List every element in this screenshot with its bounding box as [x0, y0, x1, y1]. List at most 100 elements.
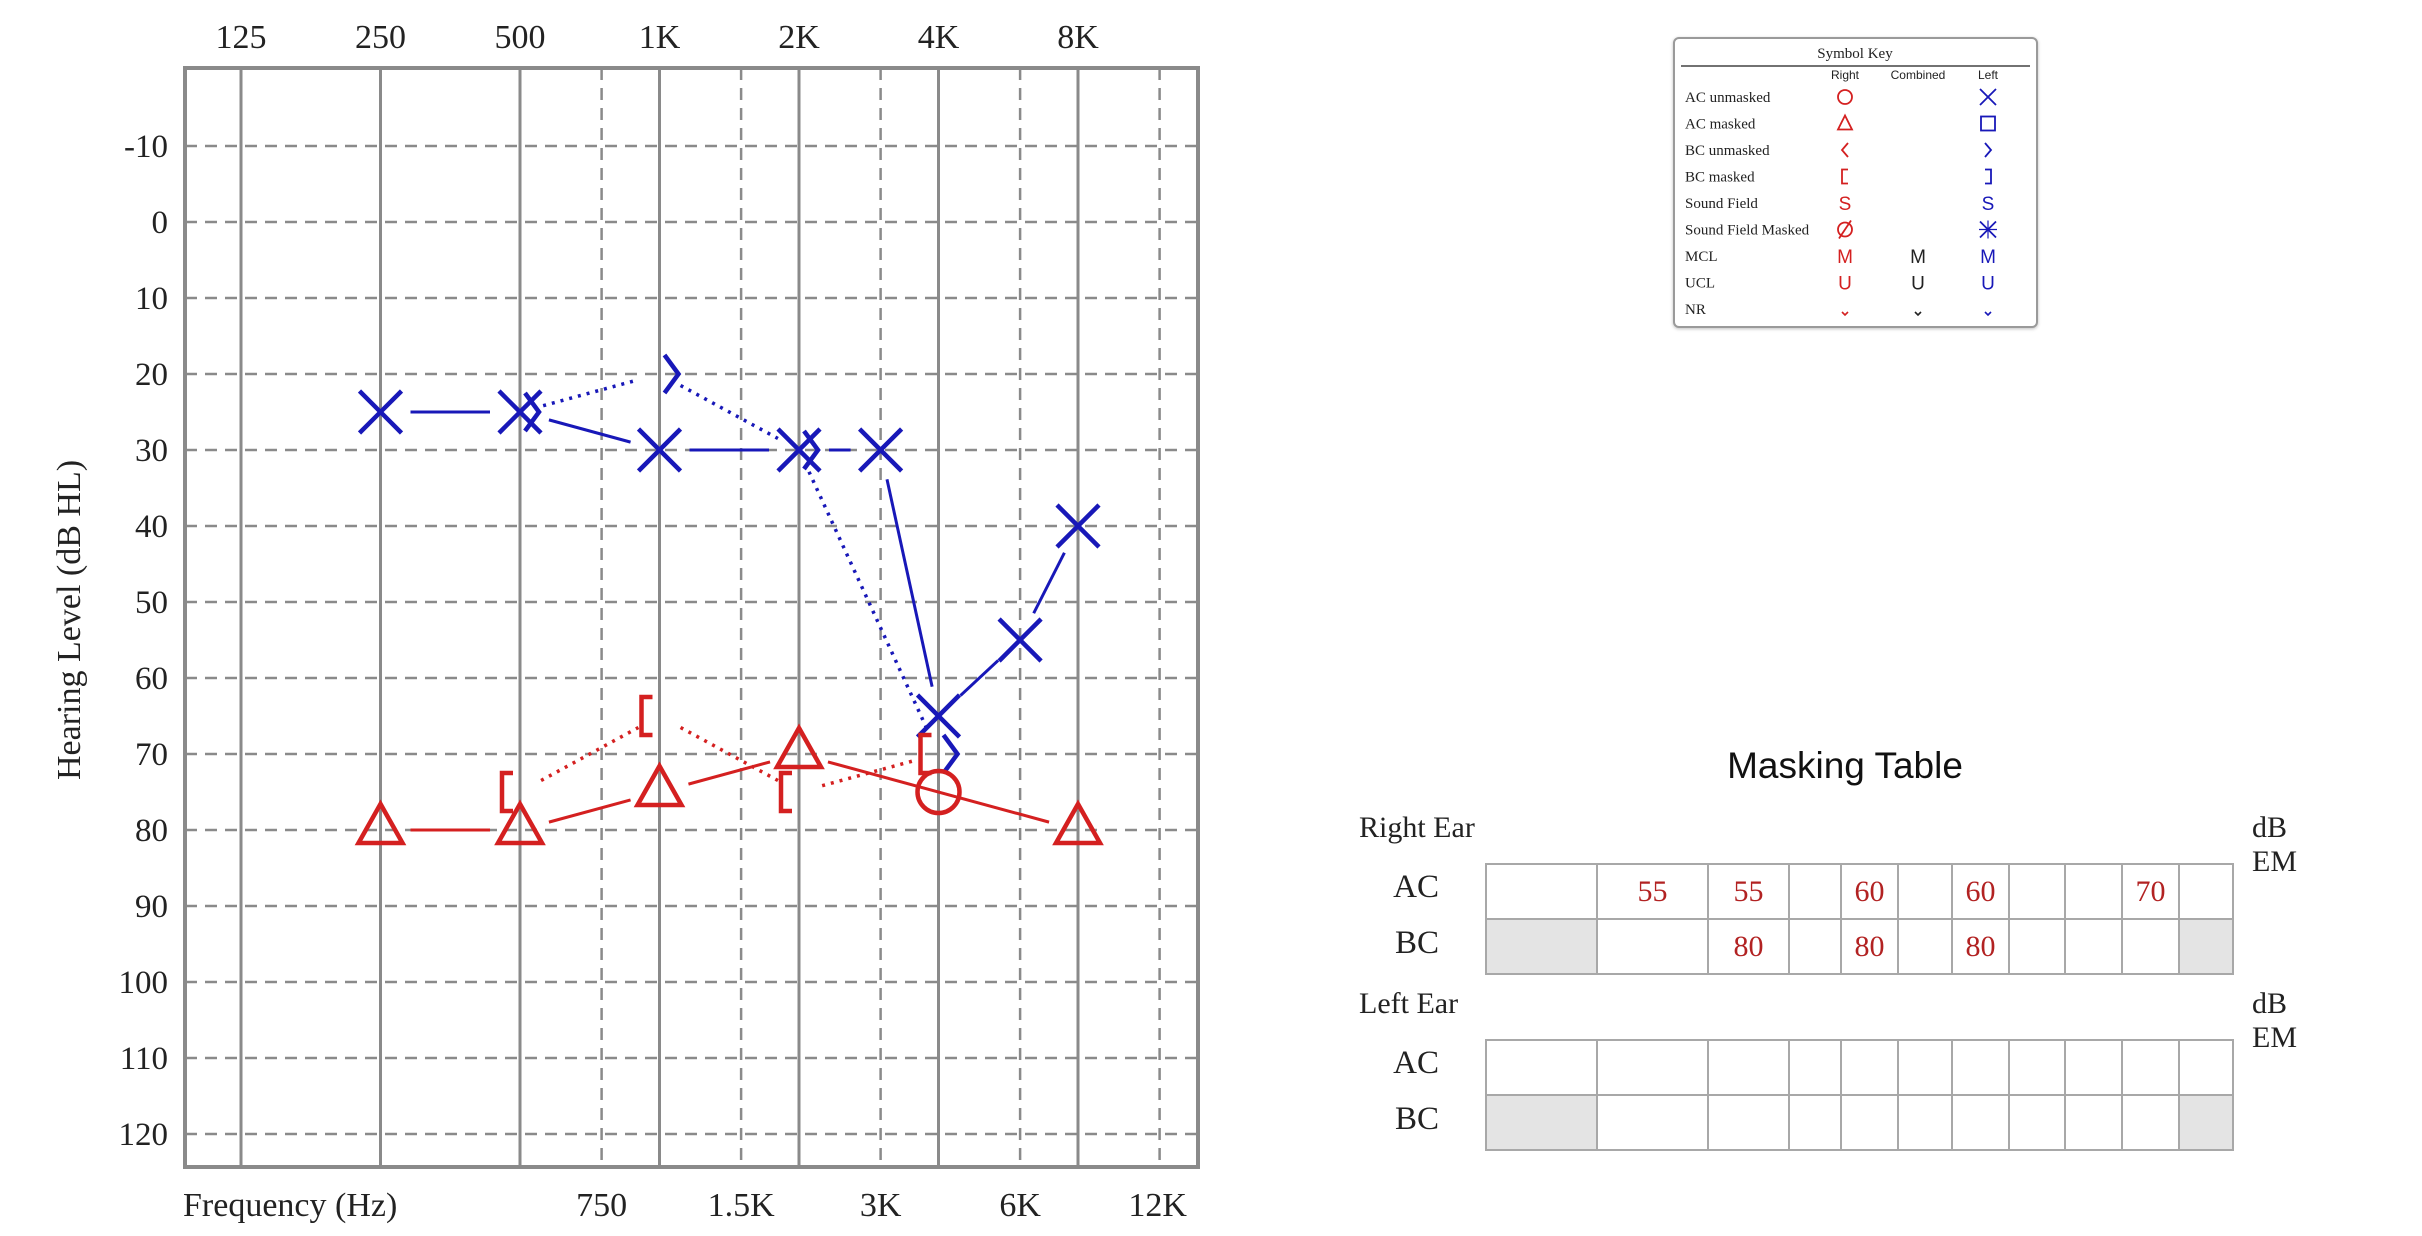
- left-bc-label: BC: [1394, 1101, 1439, 1137]
- masking-table-title: Masking Table: [1727, 745, 1963, 786]
- masking-cell[interactable]: 55: [1596, 863, 1709, 920]
- symbol-key-column-header: Combined: [1891, 68, 1946, 82]
- masking-cell[interactable]: [2178, 863, 2234, 920]
- masking-cell[interactable]: [2121, 1039, 2180, 1096]
- right-ear-masking-grid: 55 55 60 60 70 80 80 80: [1485, 863, 2234, 975]
- masking-cell[interactable]: [1707, 1094, 1790, 1151]
- masking-cell[interactable]: [2008, 1039, 2066, 1096]
- symbol-key-symbol: S: [1982, 194, 1995, 215]
- frequency-tick-label: 12K: [1128, 1187, 1187, 1224]
- masking-cell[interactable]: [2008, 1094, 2066, 1151]
- plot-frame: [183, 66, 1200, 1169]
- db-tick-label: 50: [135, 585, 168, 621]
- masking-cell[interactable]: [1788, 863, 1842, 920]
- frequency-tick-label: 3K: [860, 1187, 902, 1224]
- masking-cell[interactable]: [1840, 1039, 1899, 1096]
- masking-cell[interactable]: 70: [2121, 863, 2180, 920]
- svg-text:U: U: [1981, 274, 1995, 295]
- symbol-key-title: Symbol Key: [1817, 46, 1893, 62]
- masking-cell[interactable]: [2121, 918, 2180, 975]
- masking-cell[interactable]: 80: [1707, 918, 1790, 975]
- frequency-tick-label: 125: [216, 19, 267, 56]
- left-bc-unmasked-segment: [542, 378, 637, 408]
- db-tick-label: 40: [135, 509, 168, 545]
- db-tick-label: 120: [119, 1117, 169, 1153]
- masking-cell[interactable]: 55: [1707, 863, 1790, 920]
- right-ear-unit: dB EM: [2252, 811, 2297, 878]
- masking-cell[interactable]: 60: [1951, 863, 2010, 920]
- db-tick-label: 10: [135, 281, 168, 317]
- masking-cell[interactable]: [1788, 918, 1842, 975]
- svg-text:U: U: [1911, 274, 1925, 295]
- masking-cell[interactable]: [2064, 863, 2123, 920]
- masking-cell[interactable]: [1596, 1039, 1709, 1096]
- right-ac-label: AC: [1393, 869, 1439, 905]
- audiogram-series-lines: [410, 378, 1066, 832]
- masking-cell[interactable]: [1897, 1094, 1953, 1151]
- symbol-key-graphic: Symbol Key Right Combined Left AC unmasked AC…: [1681, 46, 2030, 318]
- symbol-key-symbol: U: [1838, 274, 1852, 295]
- symbol-key-symbol: [1836, 113, 1854, 131]
- masking-cell[interactable]: 60: [1840, 863, 1899, 920]
- masking-cell[interactable]: [1596, 1094, 1709, 1151]
- masking-cell[interactable]: [1951, 1039, 2010, 1096]
- masking-cell[interactable]: [2064, 918, 2123, 975]
- db-tick-label: 90: [135, 889, 168, 925]
- symbol-key-symbol: [1979, 220, 1997, 239]
- symbol-key-symbol: S: [1839, 194, 1852, 215]
- left-ear-masking-grid: [1485, 1039, 2234, 1151]
- db-tick-label: 0: [152, 205, 169, 241]
- left-bc-unmasked-segment: [679, 383, 779, 441]
- masking-cell[interactable]: [2064, 1094, 2123, 1151]
- masking-cell[interactable]: [2178, 1039, 2234, 1096]
- audiogram-labels: -10 0 10 20 30 40 50 60 70 80 90 100 110 120 125 250 500…: [119, 19, 1188, 1224]
- db-tick-label: 30: [135, 433, 168, 469]
- masking-cell[interactable]: [1788, 1039, 1842, 1096]
- left-ear-unit: dB EM: [2252, 987, 2297, 1054]
- right-ac-masked-segment: [688, 760, 771, 786]
- frequency-tick-label: 4K: [918, 19, 960, 56]
- masking-cell[interactable]: [2121, 1094, 2180, 1151]
- symbol-key-row-label: AC unmasked: [1685, 90, 1771, 106]
- masking-cell[interactable]: [1897, 863, 1953, 920]
- masking-cell[interactable]: [1707, 1039, 1790, 1096]
- masking-cell[interactable]: [1951, 1094, 2010, 1151]
- db-tick-label: 80: [135, 813, 168, 849]
- symbol-key-symbol: M: [1980, 247, 1996, 268]
- masking-cell[interactable]: [1485, 1039, 1598, 1096]
- masking-cell[interactable]: [1788, 1094, 1842, 1151]
- symbol-key-column-header: Left: [1978, 68, 1999, 82]
- masking-cell[interactable]: [2008, 863, 2066, 920]
- svg-text:S: S: [1839, 194, 1852, 215]
- masking-cell[interactable]: [1840, 1094, 1899, 1151]
- masking-cell[interactable]: 80: [1840, 918, 1899, 975]
- symbol-key-row-label: Sound Field Masked: [1685, 223, 1810, 239]
- db-tick-label: 100: [119, 965, 169, 1001]
- db-tick-label: 60: [135, 661, 168, 697]
- left-ear-label: Left Ear: [1359, 987, 1459, 1020]
- x-axis-title: Frequency (Hz): [183, 1187, 397, 1224]
- db-tick-label: 110: [120, 1041, 168, 1077]
- symbol-key-panel: Symbol Key Right Combined Left AC unmasked AC…: [1673, 37, 2038, 328]
- masking-cell[interactable]: [1485, 918, 1598, 975]
- right-ear-label: Right Ear: [1359, 811, 1475, 844]
- svg-text:M: M: [1910, 247, 1926, 268]
- masking-cell[interactable]: [1897, 1039, 1953, 1096]
- masking-cell[interactable]: [2008, 918, 2066, 975]
- right-bc-masked-marker: [499, 770, 513, 814]
- masking-cell[interactable]: [1897, 918, 1953, 975]
- symbol-key-row-label: BC masked: [1685, 170, 1755, 186]
- symbol-key-symbol: [1837, 89, 1853, 105]
- symbol-key-symbol: [1984, 142, 1993, 158]
- masking-cell[interactable]: [1596, 918, 1709, 975]
- masking-cell[interactable]: [2178, 1094, 2234, 1151]
- audiogram-markers: [354, 353, 1104, 846]
- masking-cell[interactable]: [1485, 1094, 1598, 1151]
- masking-cell[interactable]: [2178, 918, 2234, 975]
- masking-cell[interactable]: 80: [1951, 918, 2010, 975]
- masking-cell[interactable]: [1485, 863, 1598, 920]
- audiogram-chart: -10 0 10 20 30 40 50 60 70 80 90 100 110 120 125 250 500…: [51, 19, 1200, 1224]
- masking-cell[interactable]: [2064, 1039, 2123, 1096]
- right-bc-label: BC: [1394, 925, 1439, 961]
- left-ac-row: [1485, 1039, 2234, 1096]
